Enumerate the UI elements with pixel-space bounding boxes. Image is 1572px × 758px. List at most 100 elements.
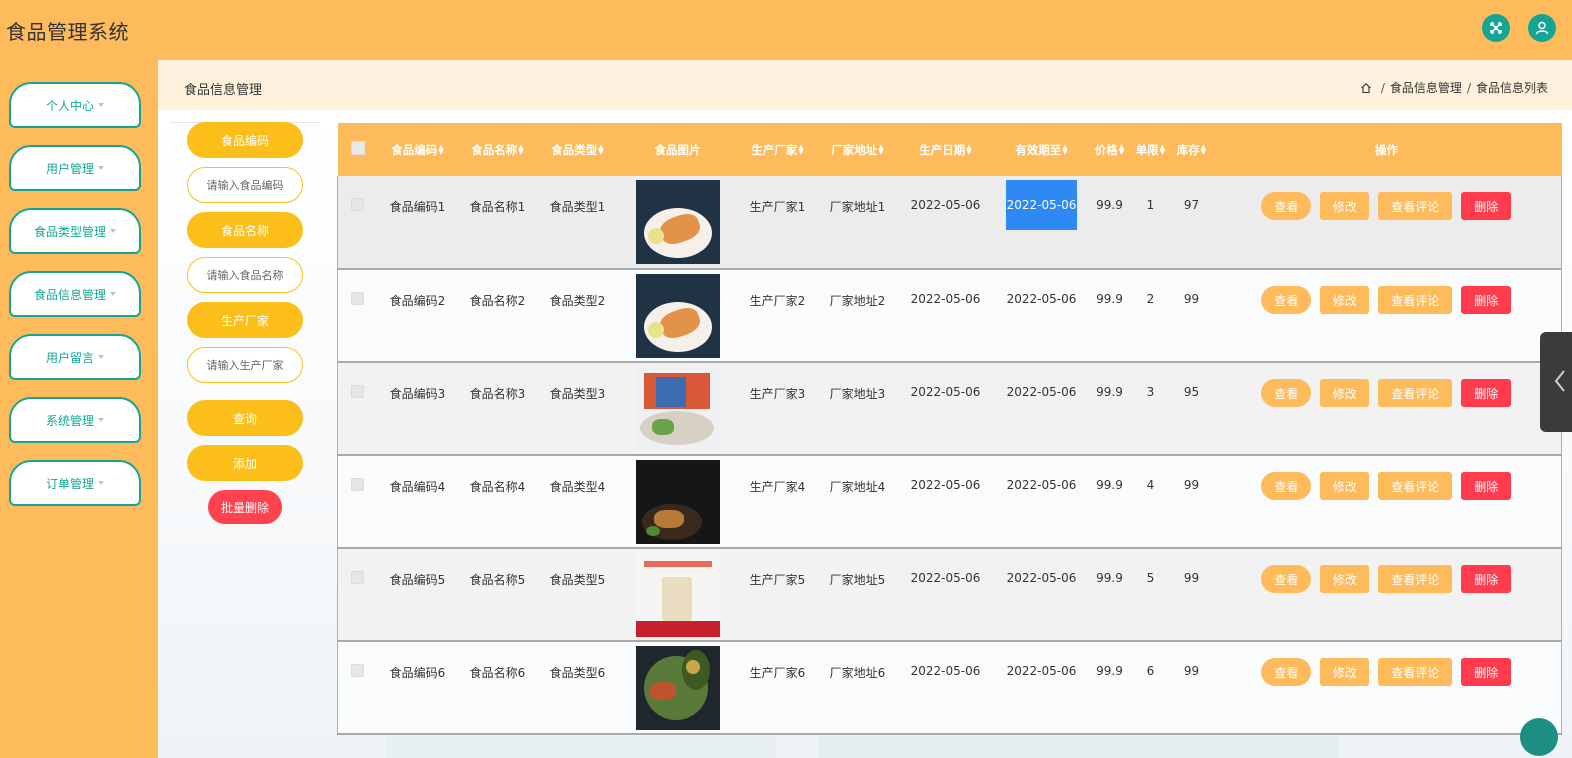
edit-button[interactable]: 修改 [1320, 286, 1370, 314]
sort-icon[interactable]: ▲ ▼ [1119, 144, 1124, 156]
view-reviews-button[interactable]: 查看评论 [1378, 472, 1453, 500]
view-button[interactable]: 查看 [1261, 379, 1312, 407]
row-checkbox[interactable] [351, 385, 365, 398]
breadcrumb-item-food-info-management[interactable]: 食品信息管理 [1390, 79, 1462, 96]
view-reviews-button[interactable]: 查看评论 [1378, 286, 1453, 314]
view-reviews-button[interactable]: 查看评论 [1378, 565, 1453, 593]
sidebar-item-user-management[interactable]: 用户管理 [9, 145, 141, 191]
column-header-price[interactable]: 价格▲ ▼ [1090, 123, 1130, 176]
home-icon[interactable] [1360, 82, 1372, 94]
sort-icon[interactable]: ▲ ▼ [438, 144, 443, 156]
view-button[interactable]: 查看 [1261, 192, 1312, 220]
add-button[interactable]: 添加 [187, 445, 303, 481]
column-header-production-date[interactable]: 生产日期▲ ▼ [898, 123, 994, 176]
sidebar-item-personal-center[interactable]: 个人中心 [9, 82, 141, 128]
cell-stock: 99 [1183, 571, 1200, 585]
food-image[interactable] [635, 367, 720, 451]
view-button[interactable]: 查看 [1261, 472, 1312, 500]
cell-expiry: 2022-05-06 [1006, 292, 1077, 306]
food-image[interactable] [635, 180, 720, 264]
row-checkbox[interactable] [351, 292, 365, 305]
edit-button[interactable]: 修改 [1320, 192, 1370, 220]
breadcrumb: / 食品信息管理 / 食品信息列表 [1360, 79, 1548, 96]
sort-icon[interactable]: ▲ ▼ [518, 144, 523, 156]
delete-button[interactable]: 删除 [1461, 286, 1512, 314]
column-header-maker[interactable]: 生产厂家▲ ▼ [738, 123, 818, 176]
maker-input[interactable] [187, 347, 303, 383]
sort-icon[interactable]: ▲ ▼ [1201, 144, 1206, 156]
cell-actions: 查看 修改 查看评论 删除 [1212, 641, 1562, 734]
food-code-input[interactable] [187, 167, 303, 203]
delete-button[interactable]: 删除 [1461, 565, 1512, 593]
side-panel-handle[interactable] [1540, 332, 1572, 432]
sidebar-item-food-info-management[interactable]: 食品信息管理 [9, 271, 141, 317]
cell-select[interactable] [338, 176, 378, 269]
breadcrumb-separator: / [1466, 80, 1471, 95]
fullscreen-icon[interactable] [1482, 14, 1510, 42]
view-button[interactable]: 查看 [1261, 565, 1312, 593]
cell-limit: 2 [1146, 292, 1155, 306]
column-header-type[interactable]: 食品类型▲ ▼ [538, 123, 618, 176]
cell-price: 99.9 [1096, 664, 1123, 678]
chat-button[interactable] [1520, 718, 1558, 756]
sidebar-item-user-messages[interactable]: 用户留言 [9, 334, 141, 380]
cell-select[interactable] [338, 548, 378, 641]
food-image[interactable] [635, 460, 720, 544]
column-header-stock[interactable]: 库存▲ ▼ [1172, 123, 1212, 176]
cell-image [618, 455, 738, 548]
sort-icon[interactable]: ▲ ▼ [1160, 144, 1165, 156]
sort-icon[interactable]: ▲ ▼ [1062, 144, 1067, 156]
view-reviews-button[interactable]: 查看评论 [1378, 658, 1453, 686]
view-reviews-button[interactable]: 查看评论 [1378, 192, 1453, 220]
food-name-input[interactable] [187, 257, 303, 293]
sort-icon[interactable]: ▲ ▼ [878, 144, 883, 156]
delete-button[interactable]: 删除 [1461, 658, 1512, 686]
food-image[interactable] [635, 553, 720, 637]
delete-button[interactable]: 删除 [1461, 192, 1512, 220]
cell-select[interactable] [338, 641, 378, 734]
cell-select[interactable] [338, 455, 378, 548]
view-button[interactable]: 查看 [1261, 286, 1312, 314]
table-header-row: 食品编码▲ ▼ 食品名称▲ ▼ 食品类型▲ ▼ 食品图片 生产厂家▲ ▼ 厂家地址▲ ▼ … [337, 123, 1562, 176]
cell-image [618, 548, 738, 641]
cell-select[interactable] [338, 362, 378, 455]
row-checkbox[interactable] [351, 478, 365, 491]
cell-image [618, 641, 738, 734]
view-button[interactable]: 查看 [1261, 658, 1312, 686]
query-button[interactable]: 查询 [187, 400, 303, 436]
user-icon[interactable] [1528, 14, 1556, 42]
column-header-limit[interactable]: 单限▲ ▼ [1130, 123, 1172, 176]
cell-actions: 查看 修改 查看评论 删除 [1212, 548, 1562, 641]
column-header-address[interactable]: 厂家地址▲ ▼ [818, 123, 898, 176]
select-all-checkbox[interactable] [350, 141, 365, 155]
food-image[interactable] [635, 274, 720, 358]
edit-button[interactable]: 修改 [1320, 379, 1370, 407]
edit-button[interactable]: 修改 [1320, 472, 1370, 500]
sidebar-item-system-management[interactable]: 系统管理 [9, 397, 141, 443]
row-checkbox[interactable] [351, 571, 365, 584]
delete-button[interactable]: 删除 [1461, 472, 1512, 500]
sidebar-item-order-management[interactable]: 订单管理 [9, 460, 141, 506]
food-image[interactable] [635, 646, 720, 730]
edit-button[interactable]: 修改 [1320, 658, 1370, 686]
header-select-all[interactable] [338, 123, 378, 176]
chevron-down-icon [98, 355, 104, 359]
column-header-expiry[interactable]: 有效期至▲ ▼ [994, 123, 1090, 176]
sort-icon[interactable]: ▲ ▼ [966, 144, 971, 156]
batch-delete-button[interactable]: 批量删除 [208, 490, 282, 524]
cell-select[interactable] [338, 269, 378, 362]
view-reviews-button[interactable]: 查看评论 [1378, 379, 1453, 407]
column-header-name[interactable]: 食品名称▲ ▼ [458, 123, 538, 176]
sidebar-item-label: 个人中心 [45, 98, 94, 113]
delete-button[interactable]: 删除 [1461, 379, 1512, 407]
cell-address: 厂家地址5 [829, 573, 886, 587]
cell-production-date: 2022-05-06 [910, 571, 981, 585]
edit-button[interactable]: 修改 [1320, 565, 1370, 593]
sort-icon[interactable]: ▲ ▼ [798, 144, 803, 156]
row-checkbox[interactable] [351, 198, 365, 211]
row-checkbox[interactable] [351, 664, 365, 677]
sort-icon[interactable]: ▲ ▼ [598, 144, 603, 156]
sidebar-item-food-type-management[interactable]: 食品类型管理 [9, 208, 141, 254]
cell-code: 食品编码2 [389, 294, 446, 308]
column-header-code[interactable]: 食品编码▲ ▼ [378, 123, 458, 176]
